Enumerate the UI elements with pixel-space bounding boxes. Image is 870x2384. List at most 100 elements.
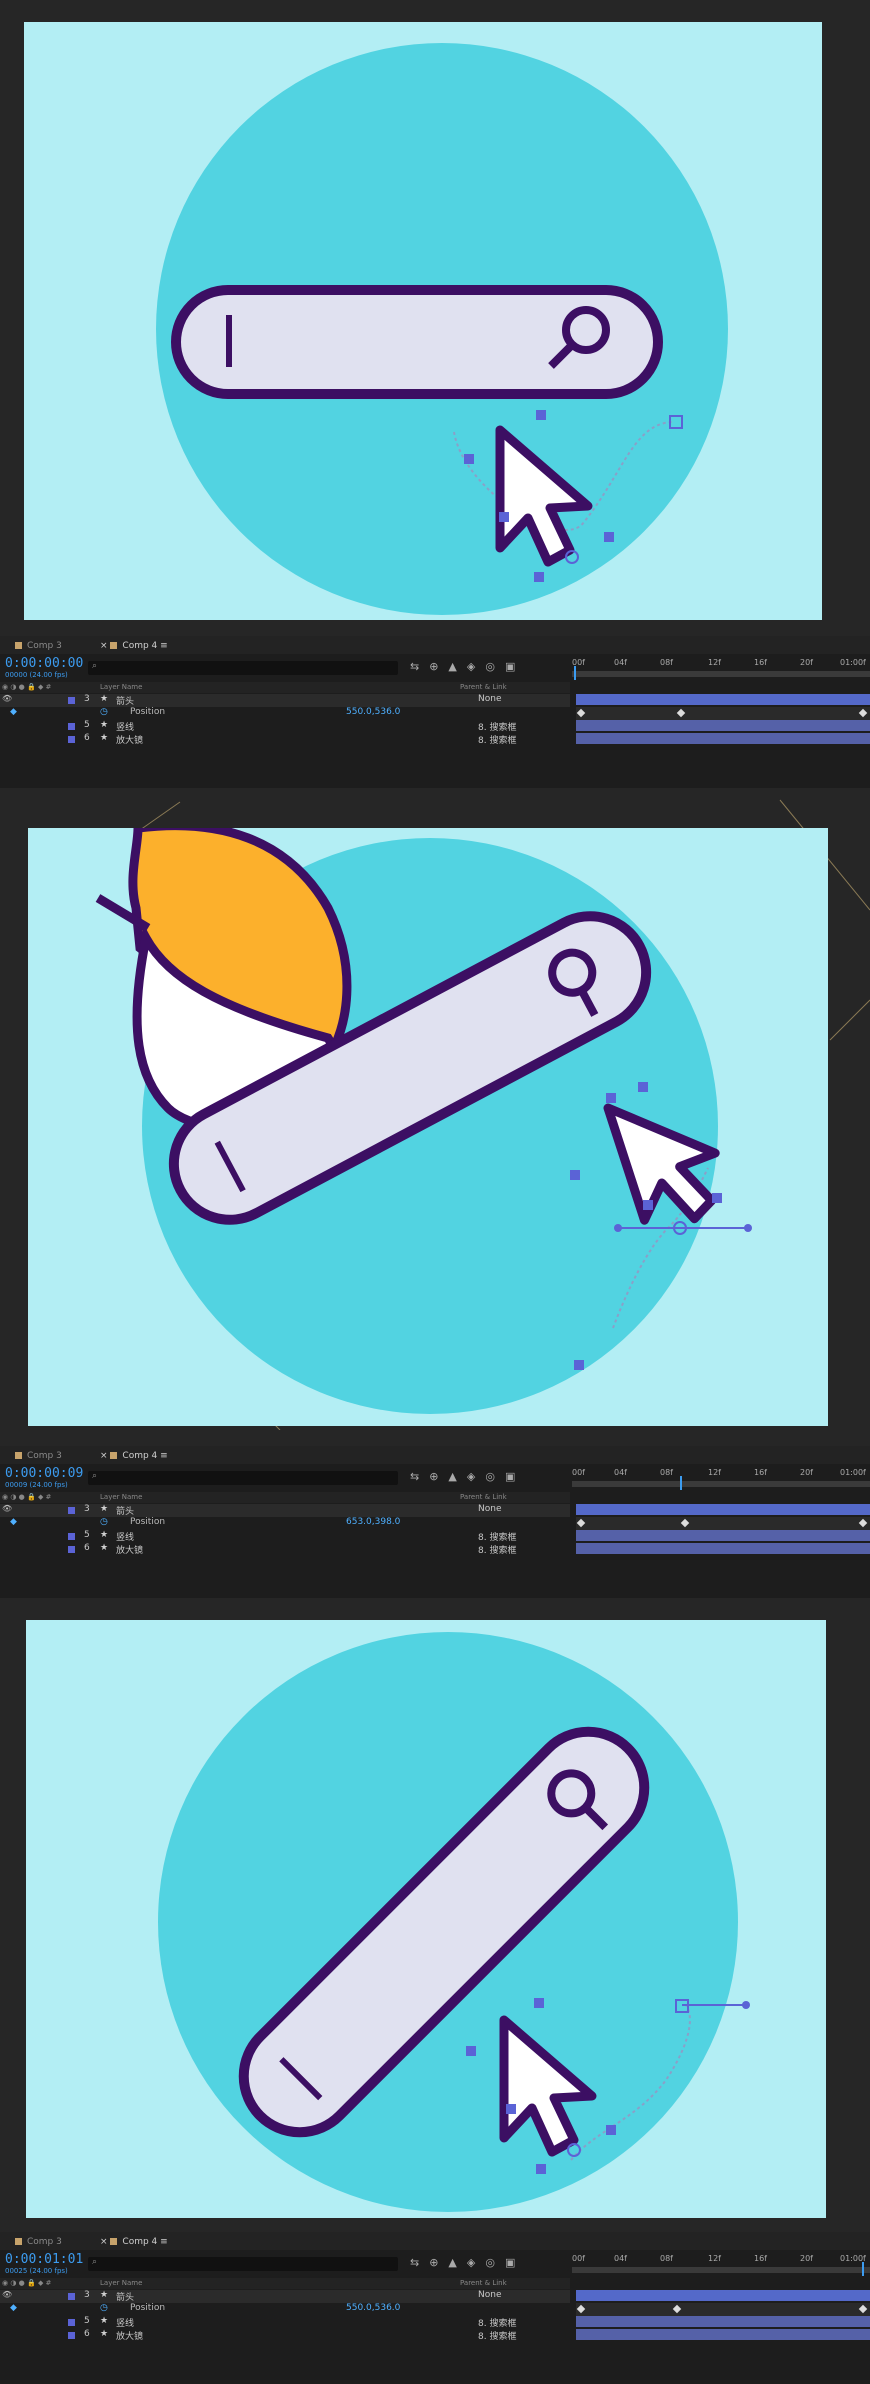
time-ruler[interactable]: 00f 04f 08f 12f 16f 20f 01:00f bbox=[572, 656, 870, 680]
parent-dropdown[interactable]: 8. 搜索框 bbox=[478, 1530, 516, 1543]
tab-comp-4[interactable]: × Comp 4 ≡ bbox=[100, 2235, 168, 2249]
ruler-label: 08f bbox=[660, 2254, 673, 2263]
layer-row[interactable]: 👁 3 ★ 箭头 None bbox=[0, 1504, 570, 1517]
layer-name[interactable]: 放大镜 bbox=[116, 733, 143, 746]
label-color-swatch[interactable] bbox=[68, 697, 75, 704]
layer-duration-bar[interactable] bbox=[576, 1543, 870, 1554]
playhead[interactable] bbox=[680, 1476, 682, 1490]
layer-name[interactable]: 箭头 bbox=[116, 1504, 134, 1517]
parent-dropdown[interactable]: 8. 搜索框 bbox=[478, 1543, 516, 1556]
visibility-icon[interactable]: 👁 bbox=[2, 1504, 12, 1513]
tab-comp-3[interactable]: Comp 3 bbox=[15, 639, 62, 653]
layer-name[interactable]: 箭头 bbox=[116, 2290, 134, 2303]
timecode-display[interactable]: 0:00:00:00 bbox=[5, 656, 83, 671]
timecode-display[interactable]: 0:00:00:09 bbox=[5, 1466, 83, 1481]
parent-dropdown[interactable]: 8. 搜索框 bbox=[478, 720, 516, 733]
composition-viewer[interactable] bbox=[24, 22, 822, 620]
label-color-swatch[interactable] bbox=[68, 1546, 75, 1553]
layer-duration-bar[interactable] bbox=[576, 1504, 870, 1515]
layer-row[interactable]: 6 ★ 放大镜 8. 搜索框 bbox=[0, 1543, 570, 1556]
keyframe-marker[interactable] bbox=[576, 2304, 586, 2314]
tab-comp-3[interactable]: Comp 3 bbox=[15, 2235, 62, 2249]
label-color-swatch[interactable] bbox=[68, 2332, 75, 2339]
timeline-tool-icons[interactable]: ⇆⊕▲◈◎▣ bbox=[410, 2256, 525, 2269]
layer-name[interactable]: 放大镜 bbox=[116, 2329, 143, 2342]
playhead[interactable] bbox=[862, 2262, 864, 2276]
layer-duration-bar[interactable] bbox=[576, 2316, 870, 2327]
keyframe-marker[interactable] bbox=[858, 2304, 868, 2314]
keyframe-nav-icon[interactable]: ◆ bbox=[10, 2303, 17, 2313]
stopwatch-icon[interactable]: ◷ bbox=[100, 1517, 108, 1527]
label-color-swatch[interactable] bbox=[68, 1533, 75, 1540]
layer-number: 3 bbox=[84, 2290, 90, 2300]
stopwatch-icon[interactable]: ◷ bbox=[100, 2303, 108, 2313]
tab-comp-4[interactable]: × Comp 4 ≡ bbox=[100, 1449, 168, 1463]
layer-duration-bar[interactable] bbox=[576, 694, 870, 705]
label-color-swatch[interactable] bbox=[68, 1507, 75, 1514]
label-color-swatch[interactable] bbox=[68, 736, 75, 743]
parent-dropdown[interactable]: 8. 搜索框 bbox=[478, 2329, 516, 2342]
time-ruler[interactable]: 00f 04f 08f 12f 16f 20f 01:00f bbox=[572, 1466, 870, 1490]
label-color-swatch[interactable] bbox=[68, 2293, 75, 2300]
layer-row[interactable]: 6 ★ 放大镜 8. 搜索框 bbox=[0, 2329, 570, 2342]
keyframe-marker[interactable] bbox=[676, 708, 686, 718]
layer-row[interactable]: 5 ★ 竖线 8. 搜索框 bbox=[0, 720, 570, 733]
position-property-row[interactable]: ◆ ◷ Position 550.0,536.0 bbox=[0, 707, 570, 720]
tab-comp-3[interactable]: Comp 3 bbox=[15, 1449, 62, 1463]
layer-duration-bar[interactable] bbox=[576, 1530, 870, 1541]
parent-dropdown[interactable]: 8. 搜索框 bbox=[478, 2316, 516, 2329]
label-color-swatch[interactable] bbox=[68, 723, 75, 730]
layer-duration-bar[interactable] bbox=[576, 2290, 870, 2301]
layer-duration-bar[interactable] bbox=[576, 720, 870, 731]
layer-name[interactable]: 竖线 bbox=[116, 720, 134, 733]
composition-viewer[interactable] bbox=[26, 1620, 826, 2218]
layer-row[interactable]: 👁 3 ★ 箭头 None bbox=[0, 2290, 570, 2303]
visibility-icon[interactable]: 👁 bbox=[2, 2290, 12, 2299]
keyframe-nav-icon[interactable]: ◆ bbox=[10, 1517, 17, 1527]
keyframe-marker[interactable] bbox=[858, 1518, 868, 1528]
layer-duration-bar[interactable] bbox=[576, 733, 870, 744]
parent-dropdown[interactable]: None bbox=[478, 1504, 501, 1514]
layer-search-input[interactable]: ⌕ bbox=[88, 661, 398, 675]
parent-dropdown[interactable]: None bbox=[478, 694, 501, 704]
keyframe-marker[interactable] bbox=[858, 708, 868, 718]
visibility-icon[interactable]: 👁 bbox=[2, 694, 12, 703]
layer-row[interactable]: 👁 3 ★ 箭头 None bbox=[0, 694, 570, 707]
layer-row[interactable]: 5 ★ 竖线 8. 搜索框 bbox=[0, 2316, 570, 2329]
timeline-tool-icons[interactable]: ⇆⊕▲◈◎▣ bbox=[410, 1470, 525, 1483]
layer-search-input[interactable]: ⌕ bbox=[88, 1471, 398, 1485]
keyframe-marker[interactable] bbox=[576, 1518, 586, 1528]
timeline-tool-icons[interactable]: ⇆⊕▲◈◎▣ bbox=[410, 660, 525, 673]
position-property-row[interactable]: ◆ ◷ Position 550.0,536.0 bbox=[0, 2303, 570, 2316]
shape-layer-icon: ★ bbox=[100, 2329, 109, 2339]
keyframe-track bbox=[576, 707, 870, 720]
position-value[interactable]: 550.0,536.0 bbox=[346, 707, 400, 717]
keyframe-marker[interactable] bbox=[680, 1518, 690, 1528]
composition-viewer[interactable] bbox=[28, 828, 828, 1426]
shape-layer-icon: ★ bbox=[100, 720, 109, 730]
timecode-display[interactable]: 0:00:01:01 bbox=[5, 2252, 83, 2267]
parent-dropdown[interactable]: None bbox=[478, 2290, 501, 2300]
keyframe-marker[interactable] bbox=[672, 2304, 682, 2314]
time-ruler[interactable]: 00f 04f 08f 12f 16f 20f 01:00f bbox=[572, 2252, 870, 2276]
layer-name[interactable]: 竖线 bbox=[116, 1530, 134, 1543]
layer-search-input[interactable]: ⌕ bbox=[88, 2257, 398, 2271]
layer-name[interactable]: 竖线 bbox=[116, 2316, 134, 2329]
layer-duration-bar[interactable] bbox=[576, 2329, 870, 2340]
layer-row[interactable]: 6 ★ 放大镜 8. 搜索框 bbox=[0, 733, 570, 746]
switches-icons: ◉ ◑ ● 🔒 ◆ # bbox=[2, 1493, 52, 1501]
position-property-row[interactable]: ◆ ◷ Position 653.0,398.0 bbox=[0, 1517, 570, 1530]
position-value[interactable]: 653.0,398.0 bbox=[346, 1517, 400, 1527]
layer-number: 6 bbox=[84, 2329, 90, 2339]
layer-row[interactable]: 5 ★ 竖线 8. 搜索框 bbox=[0, 1530, 570, 1543]
stopwatch-icon[interactable]: ◷ bbox=[100, 707, 108, 717]
position-value[interactable]: 550.0,536.0 bbox=[346, 2303, 400, 2313]
keyframe-marker[interactable] bbox=[576, 708, 586, 718]
layer-name[interactable]: 放大镜 bbox=[116, 1543, 143, 1556]
keyframe-nav-icon[interactable]: ◆ bbox=[10, 707, 17, 717]
playhead[interactable] bbox=[574, 666, 576, 680]
tab-comp-4[interactable]: × Comp 4 ≡ bbox=[100, 639, 168, 653]
parent-dropdown[interactable]: 8. 搜索框 bbox=[478, 733, 516, 746]
layer-name[interactable]: 箭头 bbox=[116, 694, 134, 707]
label-color-swatch[interactable] bbox=[68, 2319, 75, 2326]
